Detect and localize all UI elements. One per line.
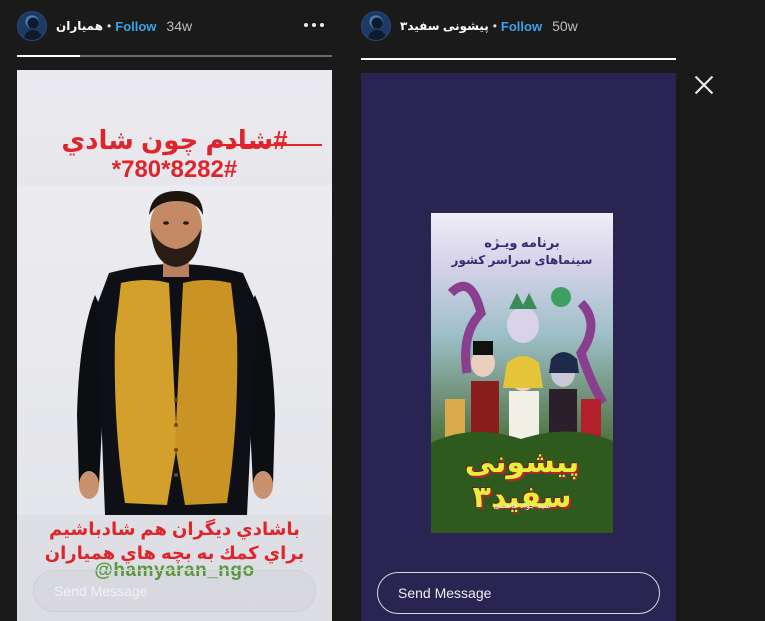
close-icon[interactable] — [694, 75, 714, 95]
story-header: پیشونی سفید۳ • Follow 50w — [361, 9, 676, 43]
avatar-image — [367, 17, 387, 40]
story-header: همیاران • Follow 34w — [17, 9, 332, 43]
avatar[interactable] — [361, 11, 391, 41]
separator-dot: • — [492, 19, 497, 33]
caption-line-1: باشادي ديگران هم شادباشيم — [49, 519, 300, 539]
story-caption: باشادي ديگران هم شادباشيم براي كمك به بچ… — [17, 517, 332, 565]
story-hashtag: #شادم چون شادي — [61, 125, 288, 155]
story-progress-fill — [361, 58, 676, 60]
story-time: 34w — [166, 18, 193, 34]
man-in-vest-image — [77, 191, 275, 515]
hashtag-underline — [212, 144, 322, 146]
send-message-input[interactable]: Send Message — [377, 572, 660, 614]
story-media[interactable]: #شادم چون شادي *780*8282# باشادي ديگران … — [17, 70, 332, 621]
story-time: 50w — [552, 18, 578, 34]
movie-poster: برنامه ویـژه سینماهای سراسر کشور پیشونی … — [431, 213, 613, 533]
avatar-image — [23, 17, 43, 40]
story-progress-bar — [361, 58, 676, 60]
story-code: *780*8282# — [111, 156, 238, 183]
separator-dot: • — [107, 19, 112, 33]
story-username[interactable]: پیشونی سفید۳ — [400, 19, 489, 33]
poster-credit: سید جواد هاشمی — [493, 501, 551, 510]
follow-button[interactable]: Follow — [501, 19, 542, 34]
send-message-input[interactable]: Send Message — [33, 570, 316, 612]
story-progress-bar — [17, 55, 332, 57]
story-progress-fill — [17, 55, 80, 57]
follow-button[interactable]: Follow — [115, 19, 156, 34]
story-photo — [17, 185, 332, 515]
story-viewer: همیاران • Follow 34w #شادم چون شادي *780… — [0, 0, 765, 621]
more-options-icon[interactable] — [302, 15, 326, 35]
story-username[interactable]: همیاران — [56, 19, 103, 33]
story-media[interactable]: برنامه ویـژه سینماهای سراسر کشور پیشونی … — [361, 73, 676, 621]
avatar[interactable] — [17, 11, 47, 41]
